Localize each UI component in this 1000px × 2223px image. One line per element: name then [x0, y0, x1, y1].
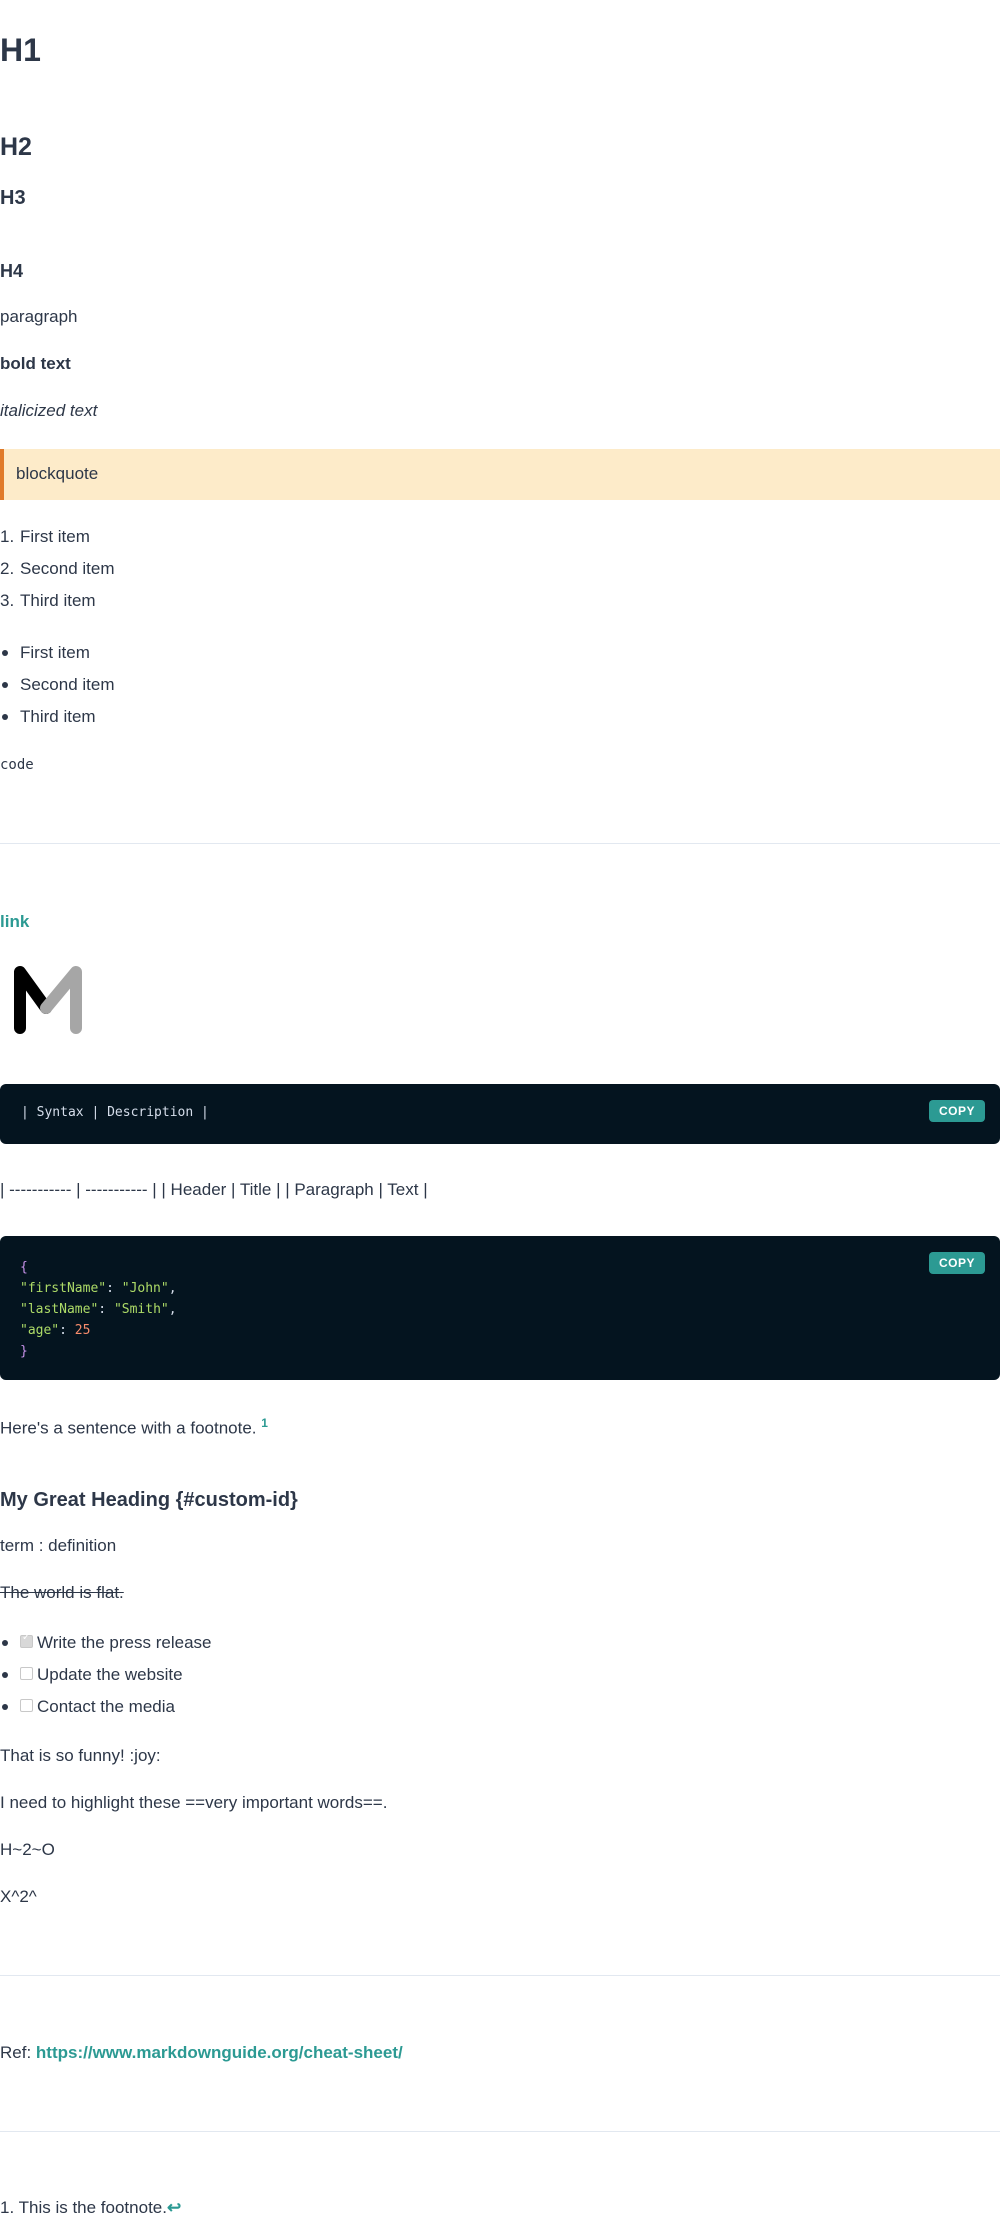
- link[interactable]: link: [0, 912, 29, 932]
- custom-heading: My Great Heading {#custom-id}: [0, 1489, 298, 1511]
- task-item: Write the press release: [20, 1632, 212, 1653]
- list-item: Second item: [20, 559, 115, 578]
- list-item-number: 3.: [0, 591, 15, 610]
- bold-text: bold text: [0, 354, 71, 373]
- footnote-number: 1.: [0, 2198, 15, 2217]
- divider: [0, 843, 1000, 844]
- inline-code: code: [0, 757, 34, 773]
- bullet-icon: [2, 650, 8, 656]
- code-token: "Smith": [113, 1302, 169, 1317]
- task-item: Contact the media: [20, 1697, 175, 1717]
- footnote-backref-icon[interactable]: ↩: [167, 2198, 181, 2217]
- code-token: "age": [20, 1323, 60, 1338]
- checkbox[interactable]: [20, 1667, 33, 1681]
- copy-button[interactable]: COPY: [928, 1100, 985, 1122]
- task-label: Update the website: [37, 1665, 183, 1684]
- ref-label: Ref:: [0, 2043, 32, 2062]
- code-token: {: [20, 1260, 28, 1275]
- divider: [0, 1975, 1000, 1976]
- definition-text: term : definition: [0, 1536, 117, 1555]
- bullet-icon: [2, 1640, 8, 1646]
- blockquote-text: blockquote: [16, 464, 99, 483]
- list-item-number: 2.: [0, 559, 15, 578]
- footnote-text: This is the footnote.: [18, 2198, 167, 2217]
- list-item: Third item: [20, 707, 96, 726]
- heading-h3: H3: [0, 187, 26, 209]
- list-item-number: 1.: [0, 527, 15, 546]
- divider: [0, 2131, 1000, 2132]
- bullet-icon: [2, 1704, 8, 1710]
- code-token: }: [20, 1344, 28, 1359]
- heading-h1: H1: [0, 32, 41, 68]
- code-text: | Syntax | Description |: [21, 1105, 209, 1120]
- footnote: 1. This is the footnote.↩: [0, 2198, 181, 2218]
- footnote-ref-link[interactable]: 1: [261, 1416, 268, 1430]
- list-item: First item: [20, 527, 90, 546]
- emoji-text: That is so funny! :joy:: [0, 1746, 161, 1765]
- task-item: Update the website: [20, 1665, 183, 1685]
- task-label: Contact the media: [37, 1697, 175, 1716]
- code-token: 25: [74, 1323, 91, 1338]
- footnote-sentence: Here's a sentence with a footnote. 1: [0, 1416, 268, 1439]
- blockquote: blockquote: [0, 449, 1000, 500]
- bullet-icon: [2, 682, 8, 688]
- code-token: "firstName": [20, 1281, 107, 1296]
- table-text: | ----------- | ----------- | | Header |…: [0, 1180, 428, 1199]
- code-block: | Syntax | Description | COPY: [0, 1084, 1000, 1144]
- list-item: Second item: [20, 675, 115, 694]
- code-token: "John": [121, 1281, 169, 1296]
- ref-link[interactable]: https://www.markdownguide.org/cheat-shee…: [36, 2043, 403, 2062]
- copy-button[interactable]: COPY: [928, 1252, 985, 1274]
- checkbox[interactable]: [20, 1699, 33, 1713]
- bullet-icon: [2, 714, 8, 720]
- highlight-text: I need to highlight these ==very importa…: [0, 1793, 388, 1812]
- paragraph: paragraph: [0, 307, 78, 326]
- subscript-text: H~2~O: [0, 1840, 55, 1859]
- json-code: { "firstName": "John", "lastName": "Smit…: [20, 1260, 177, 1359]
- heading-h4: H4: [0, 261, 24, 281]
- reference: Ref: https://www.markdownguide.org/cheat…: [0, 2043, 403, 2063]
- superscript-text: X^2^: [0, 1887, 37, 1906]
- list-item: Third item: [20, 591, 96, 610]
- italic-text: italicized text: [0, 401, 98, 420]
- checkbox[interactable]: [20, 1632, 33, 1649]
- strikethrough-text: The world is flat.: [0, 1583, 124, 1602]
- list-item: First item: [20, 643, 90, 662]
- heading-h2: H2: [0, 133, 32, 161]
- code-block: COPY { "firstName": "John", "lastName": …: [0, 1236, 1000, 1380]
- code-token: "lastName": [20, 1302, 99, 1317]
- markdown-logo-icon: [14, 966, 82, 1034]
- bullet-icon: [2, 1672, 8, 1678]
- task-label: Write the press release: [37, 1633, 212, 1652]
- footnote-sentence-text: Here's a sentence with a footnote.: [0, 1418, 257, 1438]
